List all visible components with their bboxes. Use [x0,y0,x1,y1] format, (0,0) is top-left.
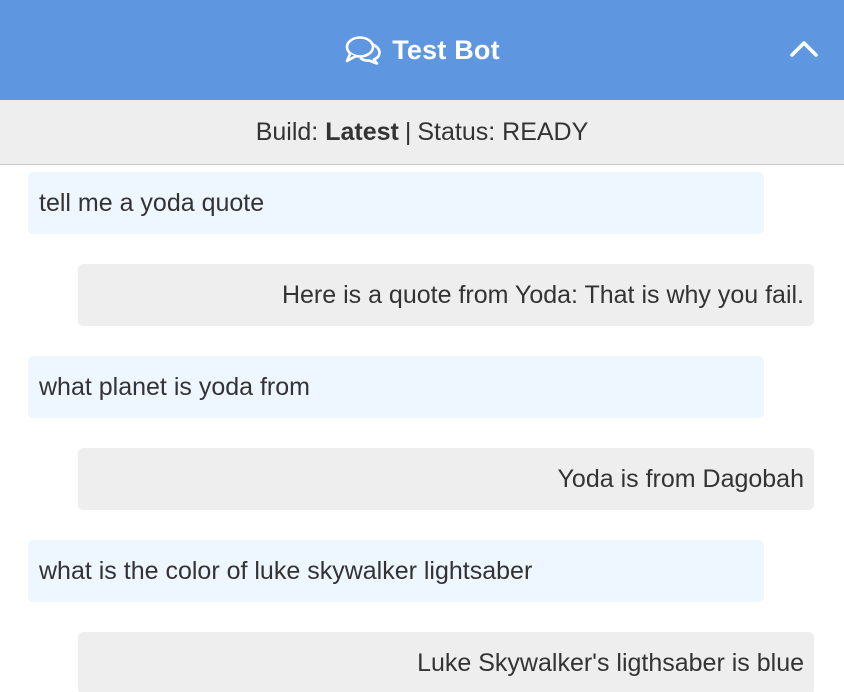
user-message: tell me a yoda quote [28,172,764,234]
status-value: READY [502,117,589,146]
message-text: Here is a quote from Yoda: That is why y… [281,280,804,309]
bot-message: Yoda is from Dagobah [78,448,814,510]
bot-message: Luke Skywalker's ligthsaber is blue [78,632,814,692]
chevron-up-icon [789,38,819,63]
chat-title: Test Bot [392,34,500,65]
status-label: Status: [417,117,496,146]
bot-message: Here is a quote from Yoda: That is why y… [78,264,814,326]
build-value: Latest [325,117,399,146]
message-text: what planet is yoda from [39,372,310,401]
user-message: what is the color of luke skywalker ligh… [28,540,764,602]
message-text: Yoda is from Dagobah [557,464,804,493]
build-label: Build: [255,117,319,146]
user-message: what planet is yoda from [28,356,764,418]
message-text: Luke Skywalker's ligthsaber is blue [417,648,804,677]
build-status-bar: Build: Latest | Status: READY [0,100,844,165]
chat-bubbles-icon [344,35,382,65]
chat-window: Test Bot Build: Latest | Status: READY tel… [0,0,844,692]
message-text: tell me a yoda quote [39,188,265,217]
message-text: what is the color of luke skywalker ligh… [39,556,533,585]
chat-header[interactable]: Test Bot [0,0,844,100]
header-title-group: Test Bot [344,35,500,66]
collapse-button[interactable] [788,34,820,66]
status-separator: | [404,117,412,146]
message-list[interactable]: tell me a yoda quote Here is a quote fro… [0,165,844,692]
